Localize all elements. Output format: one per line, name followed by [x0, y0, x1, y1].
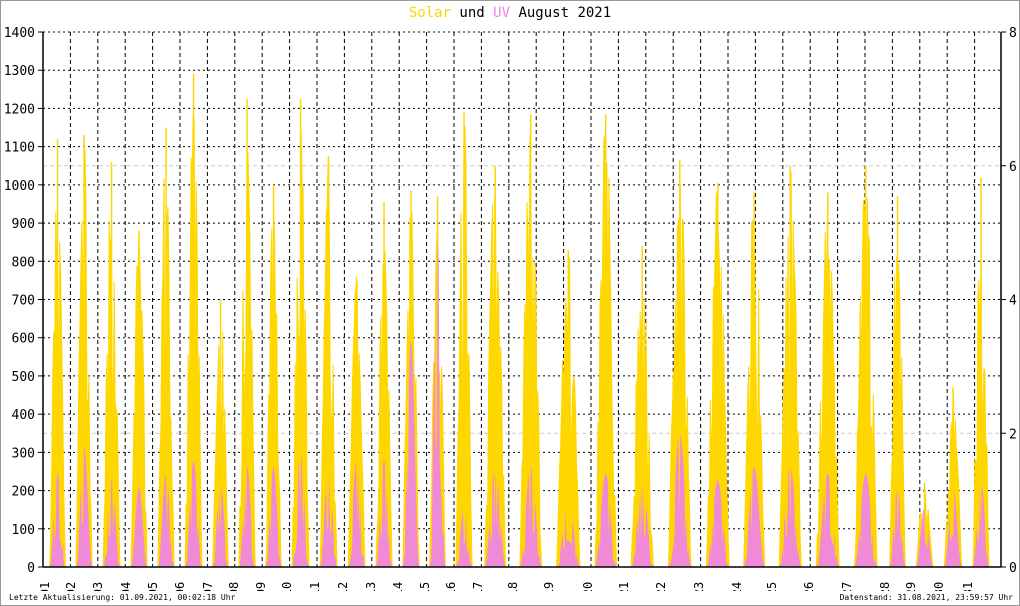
x-tick-label: 08: [227, 582, 241, 591]
y-tick-label: 500: [12, 370, 35, 385]
y2-tick-label: 4: [1009, 294, 1017, 309]
y-tick-label: 900: [12, 217, 35, 232]
x-tick-label: 16: [444, 582, 458, 591]
y2-tick-label: 8: [1009, 26, 1017, 41]
y-tick-label: 0: [27, 561, 35, 576]
chart-plot: 0100200300400500600700800900100011001200…: [4, 26, 1017, 591]
x-tick-label: 26: [802, 582, 816, 591]
data-status-text: Datenstand: 31.08.2021, 23:59:57 Uhr: [839, 593, 1013, 602]
x-tick-label: 01: [38, 582, 52, 591]
x-tick-label: 03: [91, 582, 105, 591]
x-tick-label: 19: [542, 582, 556, 591]
x-tick-label: 30: [932, 582, 946, 591]
y-tick-label: 1000: [4, 179, 35, 194]
y-tick-label: 700: [12, 294, 35, 309]
x-tick-label: 04: [119, 582, 133, 591]
x-tick-label: 24: [730, 582, 744, 591]
x-tick-label: 21: [617, 582, 631, 591]
x-tick-label: 07: [201, 582, 215, 591]
x-tick-label: 05: [146, 582, 160, 591]
x-tick-label: 06: [173, 582, 187, 591]
x-tick-label: 14: [391, 582, 405, 591]
x-tick-label: 02: [64, 582, 78, 591]
x-tick-label: 18: [506, 582, 520, 591]
y-tick-label: 300: [12, 446, 35, 461]
chart-frame: Solar und UV August 2021 0 100 200 300 400 50…: [0, 0, 1020, 606]
y-tick-label: 1200: [4, 102, 35, 117]
x-tick-label: 22: [654, 582, 668, 591]
x-tick-label: 09: [254, 582, 268, 591]
y2-tick-label: 0: [1009, 561, 1017, 576]
x-tick-label: 11: [308, 582, 322, 591]
x-tick-label: 17: [471, 582, 485, 591]
x-tick-label: 13: [364, 582, 378, 591]
x-tick-label: 25: [765, 582, 779, 591]
x-tick-label: 29: [904, 582, 918, 591]
y-tick-label: 100: [12, 523, 35, 538]
y-tick-label: 1100: [4, 141, 35, 156]
x-tick-label: 10: [280, 582, 294, 591]
y-tick-label: 600: [12, 332, 35, 347]
y-tick-label: 400: [12, 408, 35, 423]
y-tick-label: 1300: [4, 64, 35, 79]
x-tick-label: 27: [840, 582, 854, 591]
y-tick-label: 200: [12, 485, 35, 500]
x-tick-label: 20: [581, 582, 595, 591]
y-tick-label: 1400: [4, 26, 35, 41]
y-tick-label: 800: [12, 255, 35, 270]
x-tick-label: 31: [961, 582, 975, 591]
y2-tick-label: 6: [1009, 160, 1017, 175]
x-tick-label: 28: [878, 582, 892, 591]
x-tick-label: 15: [418, 582, 432, 591]
last-update-text: Letzte Aktualisierung: 01.09.2021, 00:02…: [9, 593, 236, 602]
x-tick-label: 23: [692, 582, 706, 591]
y2-tick-label: 2: [1009, 427, 1017, 442]
x-tick-label: 12: [336, 582, 350, 591]
